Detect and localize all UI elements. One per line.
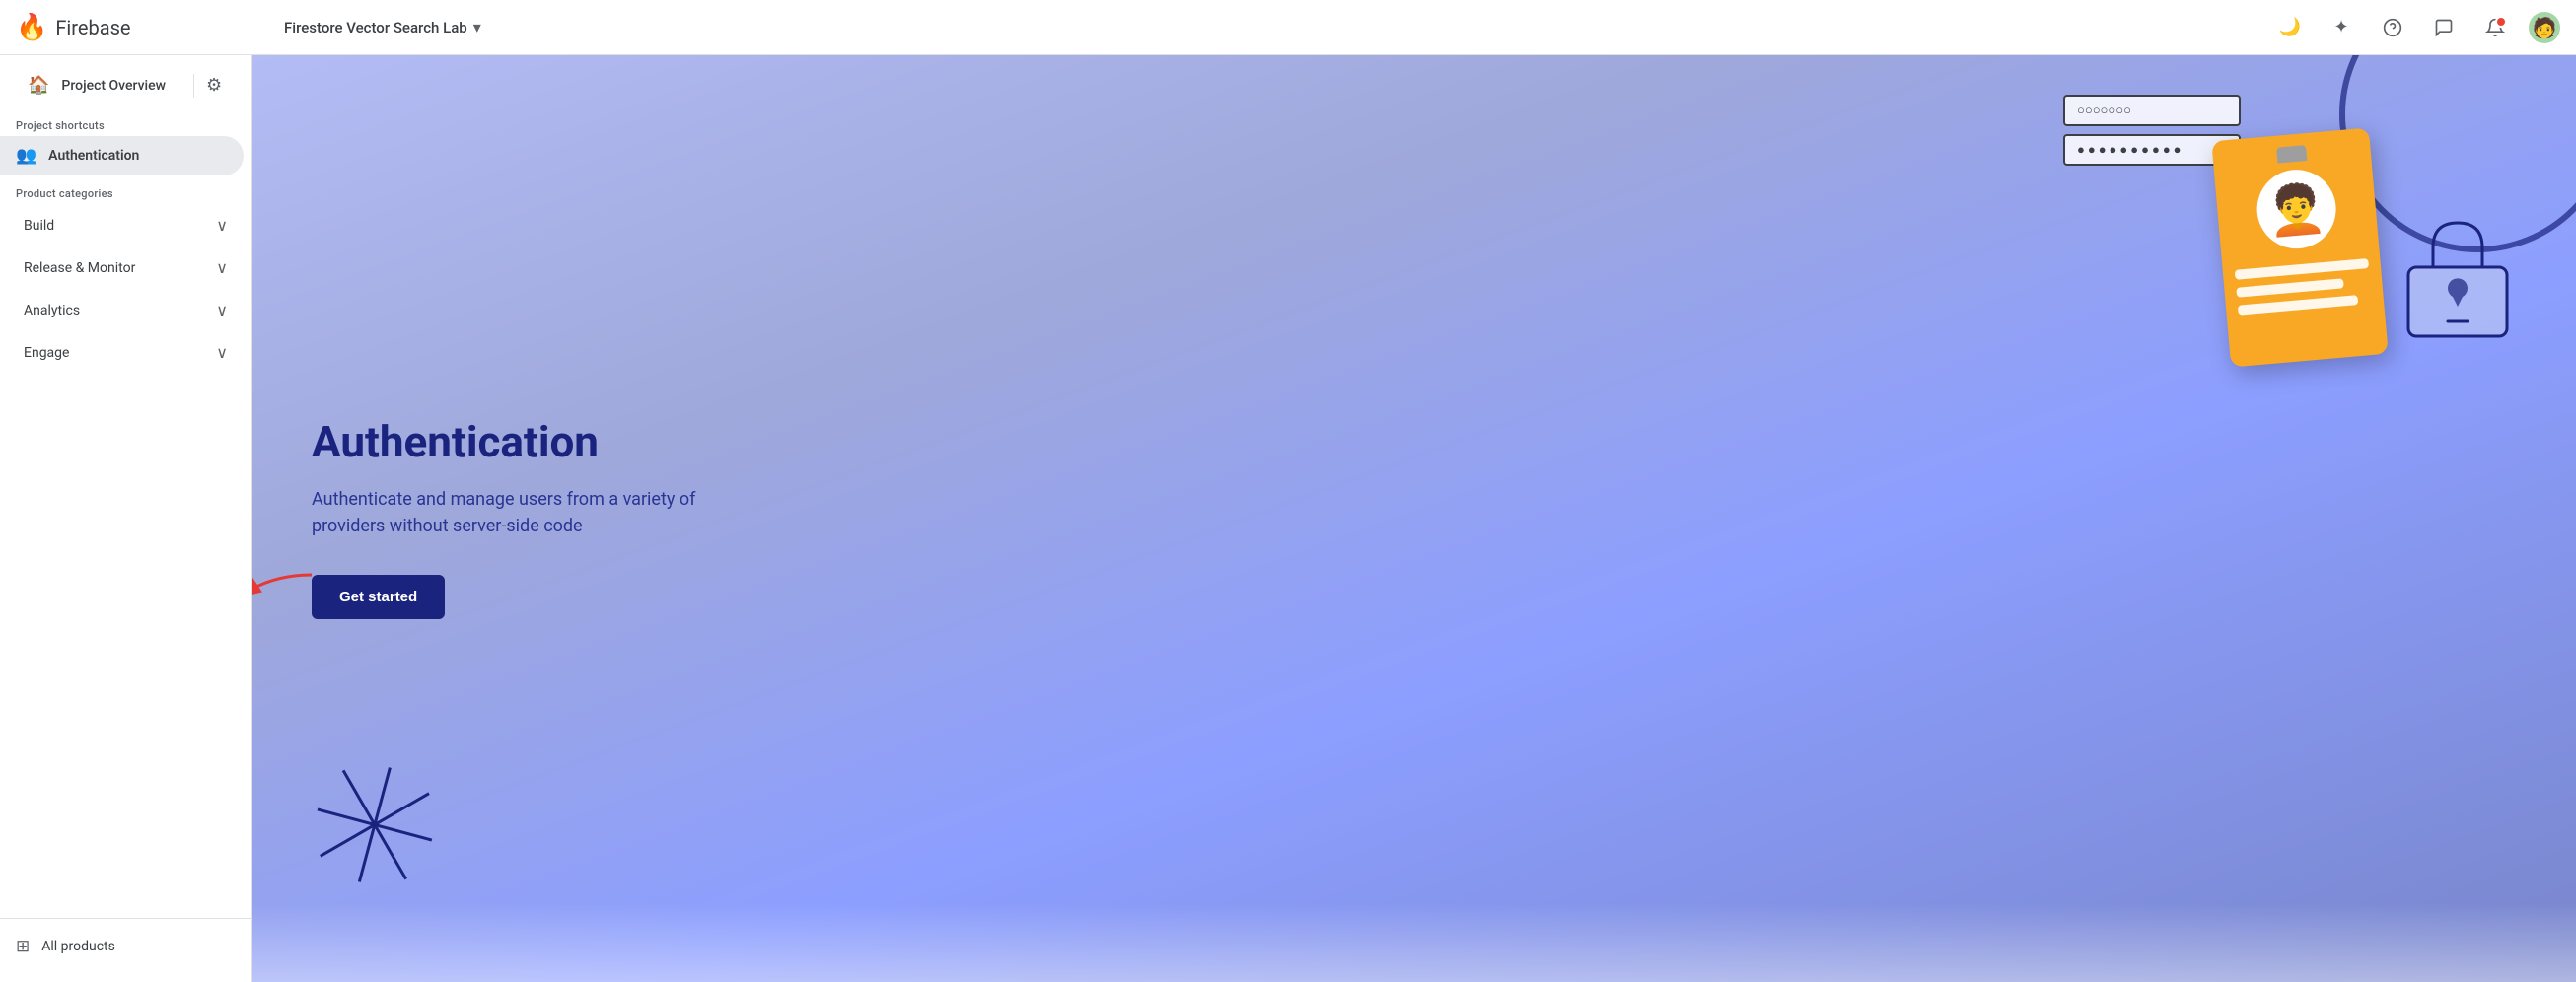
user-avatar[interactable]: 🧑	[2529, 12, 2560, 43]
topbar: 🔥 Firebase Firestore Vector Search Lab ▾…	[0, 0, 2576, 55]
analytics-label: Analytics	[24, 303, 80, 318]
project-shortcuts-section-label: Project shortcuts	[0, 107, 251, 136]
badge-line-2	[2236, 278, 2343, 297]
all-products-link[interactable]: ⊞ All products	[0, 927, 251, 966]
hero-title: Authentication	[312, 418, 706, 465]
grid-icon: ⊞	[16, 937, 30, 956]
badge-clip	[2276, 145, 2307, 164]
sidebar-item-authentication[interactable]: 👥 Authentication	[0, 136, 244, 175]
app-layout: 🏠 Project Overview ⚙ Project shortcuts 👥…	[0, 55, 2576, 982]
notification-button[interactable]	[2477, 10, 2513, 45]
hero-area: Authentication Authenticate and manage u…	[252, 371, 765, 666]
project-overview-label: Project Overview	[61, 78, 166, 94]
project-overview-link[interactable]: 🏠 Project Overview	[12, 67, 181, 104]
bottom-wave-decoration	[252, 903, 2576, 982]
sidebar-category-release-monitor[interactable]: Release & Monitor ∨	[8, 248, 244, 287]
authentication-icon: 👥	[16, 146, 36, 166]
sidebar-category-engage[interactable]: Engage ∨	[8, 333, 244, 372]
build-chevron-icon: ∨	[216, 216, 228, 235]
project-selector[interactable]: Firestore Vector Search Lab ▾	[268, 18, 2272, 36]
engage-chevron-icon: ∨	[216, 343, 228, 362]
chat-button[interactable]	[2426, 10, 2462, 45]
hero-description: Authenticate and manage users from a var…	[312, 486, 706, 539]
help-button[interactable]	[2375, 10, 2410, 45]
firebase-flame-icon: 🔥	[16, 13, 47, 42]
all-products-label: All products	[41, 939, 115, 954]
sidebar-category-analytics[interactable]: Analytics ∨	[8, 291, 244, 329]
build-label: Build	[24, 218, 54, 234]
release-monitor-chevron-icon: ∨	[216, 258, 228, 277]
dark-mode-button[interactable]: 🌙	[2272, 10, 2308, 45]
project-overview-row: 🏠 Project Overview ⚙	[0, 63, 251, 107]
arrow-annotation	[252, 565, 322, 614]
firebase-logo-text: Firebase	[55, 16, 130, 39]
settings-gear-icon[interactable]: ⚙	[198, 67, 230, 104]
sidebar-divider	[193, 74, 194, 98]
get-started-label: Get started	[339, 589, 417, 605]
badge-line-3	[2238, 295, 2359, 316]
home-icon: 🏠	[28, 75, 49, 96]
badge-lines	[2235, 258, 2372, 316]
get-started-button[interactable]: Get started	[312, 575, 445, 619]
authentication-label: Authentication	[48, 148, 139, 164]
main-content: ○○○○○○○ ●●●●●●●●●● 🧑‍🦱	[252, 55, 2576, 982]
sidebar-category-build[interactable]: Build ∨	[8, 206, 244, 245]
id-badge-illustration: 🧑‍🦱	[2211, 127, 2388, 367]
project-name-text: Firestore Vector Search Lab	[284, 19, 467, 36]
product-categories-section-label: Product categories	[0, 175, 251, 204]
sidebar: 🏠 Project Overview ⚙ Project shortcuts 👥…	[0, 55, 252, 982]
logo-area: 🔥 Firebase	[16, 13, 268, 42]
release-monitor-label: Release & Monitor	[24, 260, 135, 276]
lock-illustration	[2398, 213, 2517, 341]
analytics-chevron-icon: ∨	[216, 301, 228, 319]
engage-label: Engage	[24, 345, 69, 361]
badge-avatar: 🧑‍🦱	[2254, 167, 2339, 252]
topbar-actions: 🌙 ✦ 🧑	[2272, 10, 2560, 45]
sparkle-button[interactable]: ✦	[2324, 10, 2359, 45]
project-dropdown-chevron-icon: ▾	[473, 18, 481, 36]
badge-line-1	[2235, 258, 2369, 280]
sidebar-bottom: ⊞ All products	[0, 918, 251, 974]
username-field-illustration: ○○○○○○○	[2063, 95, 2241, 126]
